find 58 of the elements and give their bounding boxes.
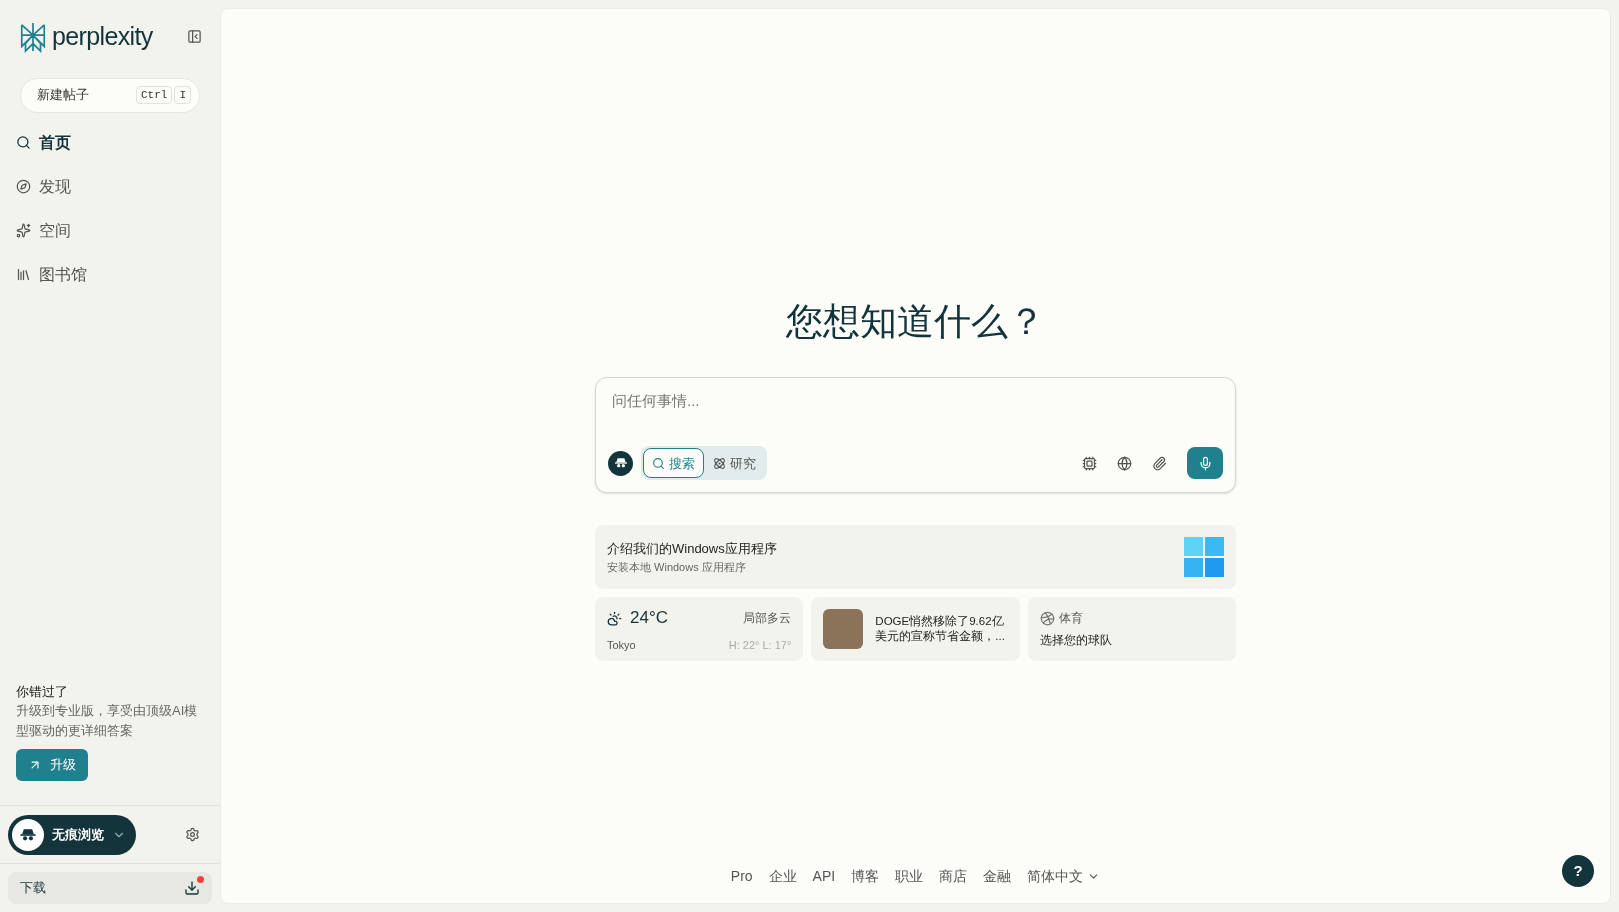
- new-thread-button[interactable]: 新建帖子 Ctrl I: [20, 77, 200, 113]
- query-input[interactable]: 问任何事情...: [608, 390, 1223, 413]
- card-title: 介绍我们的Windows应用程序: [607, 540, 777, 559]
- footer-link[interactable]: 博客: [851, 866, 880, 887]
- temperature-range: H: 22° L: 17°: [728, 637, 792, 653]
- promo-text: 升级到专业版，享受由顶级AI模型驱动的更详细答案: [16, 702, 199, 740]
- footer-link[interactable]: 企业: [768, 866, 797, 887]
- weather-card[interactable]: 24°C 局部多云 Tokyo H: 22° L: 17°: [595, 597, 804, 662]
- microphone-icon: [1197, 455, 1213, 471]
- upgrade-button[interactable]: 升级: [16, 749, 88, 781]
- download-button[interactable]: 下载: [8, 872, 212, 904]
- partly-cloudy-icon: [607, 610, 622, 626]
- attach-button[interactable]: [1152, 455, 1167, 471]
- brand-name: perplexity: [52, 21, 153, 52]
- language-selector[interactable]: 简体中文: [1027, 866, 1101, 887]
- footer-link[interactable]: API: [812, 866, 836, 887]
- sources-button[interactable]: [1117, 455, 1132, 471]
- logo-icon: [18, 20, 48, 53]
- mode-tab[interactable]: 搜索: [643, 448, 704, 479]
- news-card[interactable]: DOGE悄然移除了9.62亿美元的宣称节省金额，...: [811, 597, 1020, 662]
- help-button[interactable]: ?: [1562, 855, 1594, 887]
- nav-item[interactable]: 首页: [16, 128, 204, 157]
- footer-link[interactable]: 金融: [983, 866, 1012, 887]
- promo-title: 你错过了: [16, 682, 69, 701]
- sports-text: 选择您的球队: [1039, 632, 1113, 650]
- sports-title: 体育: [1058, 610, 1083, 628]
- shortcut-key: Ctrl: [136, 85, 173, 105]
- photo-placeholder: [823, 609, 864, 650]
- settings-button[interactable]: [185, 827, 200, 842]
- model-button[interactable]: [1082, 455, 1097, 471]
- city-name: Tokyo: [607, 637, 636, 653]
- nav-item[interactable]: 发现: [16, 172, 204, 201]
- download-icon: [184, 880, 200, 896]
- search-icon: [652, 456, 665, 470]
- atom-icon: [713, 456, 726, 470]
- footer-link[interactable]: 职业: [895, 866, 924, 887]
- ball-icon: [1039, 610, 1055, 626]
- incognito-button[interactable]: 无痕浏览: [8, 814, 136, 855]
- library-icon: [16, 267, 31, 282]
- windows-app-card[interactable]: 介绍我们的Windows应用程序 安装本地 Windows 应用程序: [595, 525, 1236, 590]
- sparkle-icon: [16, 223, 31, 238]
- shortcut-key: I: [174, 85, 191, 105]
- card-subtitle: 安装本地 Windows 应用程序: [607, 559, 747, 575]
- collapse-sidebar-button[interactable]: [187, 29, 202, 45]
- temperature: 24°C: [630, 607, 668, 630]
- footer-link[interactable]: Pro: [730, 866, 753, 887]
- nav-item[interactable]: 图书馆: [16, 260, 204, 289]
- sports-card[interactable]: 体育 选择您的球队: [1027, 597, 1236, 662]
- search-icon: [16, 135, 31, 150]
- main-heading: 您想知道什么？: [786, 299, 1045, 344]
- footer-link[interactable]: 商店: [939, 866, 968, 887]
- windows-logo-icon: [1184, 537, 1224, 578]
- voice-button[interactable]: [1187, 447, 1223, 480]
- nav-item[interactable]: 空间: [16, 216, 204, 245]
- compass-icon: [16, 179, 31, 194]
- news-headline: DOGE悄然移除了9.62亿美元的宣称节省金额，...: [875, 614, 1006, 645]
- mode-tab[interactable]: 研究: [704, 448, 765, 479]
- weather-condition: 局部多云: [743, 610, 792, 627]
